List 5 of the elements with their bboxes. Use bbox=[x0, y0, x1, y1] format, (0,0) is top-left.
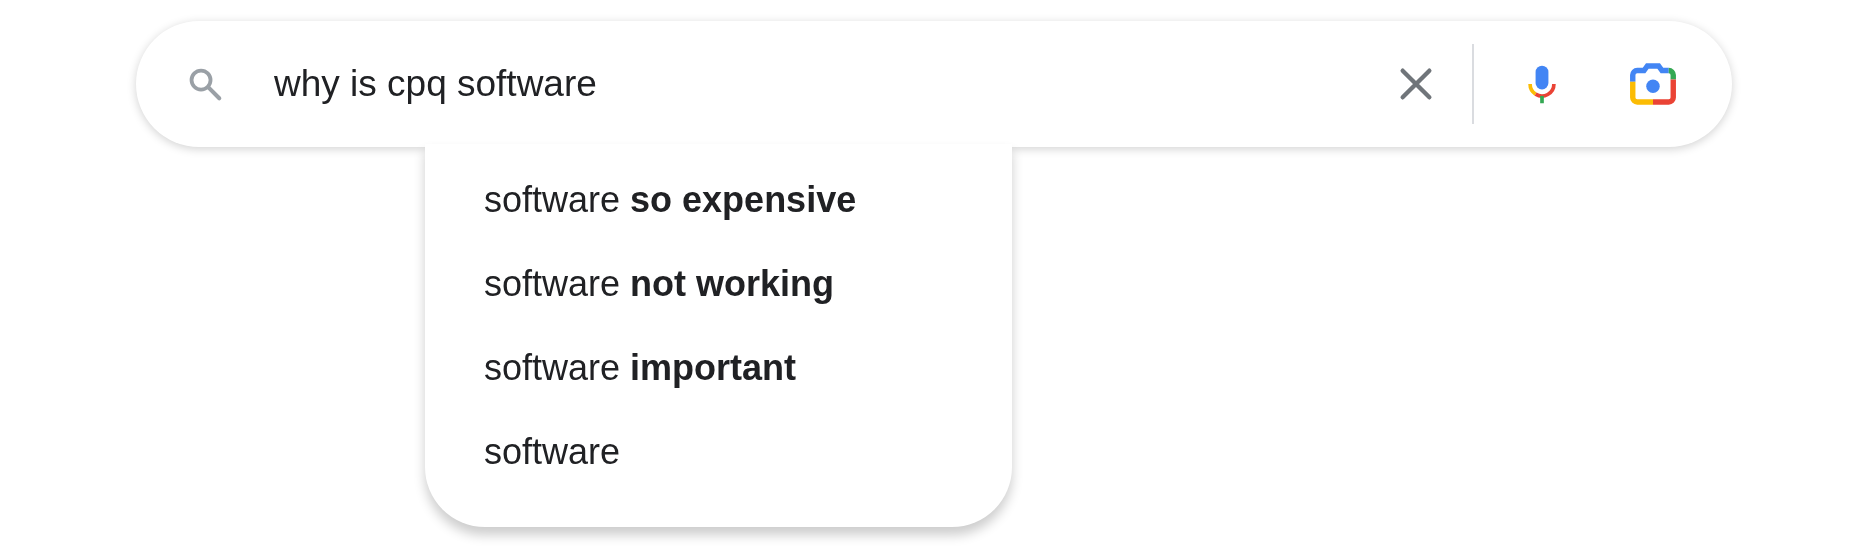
suggestion-item[interactable]: software bbox=[484, 410, 621, 494]
suggestion-item[interactable]: software not working bbox=[484, 242, 835, 326]
suggestion-item[interactable]: software so expensive bbox=[484, 158, 857, 242]
search-input[interactable]: why is cpq software bbox=[274, 63, 1396, 105]
suggestion-item[interactable]: software important bbox=[484, 326, 797, 410]
